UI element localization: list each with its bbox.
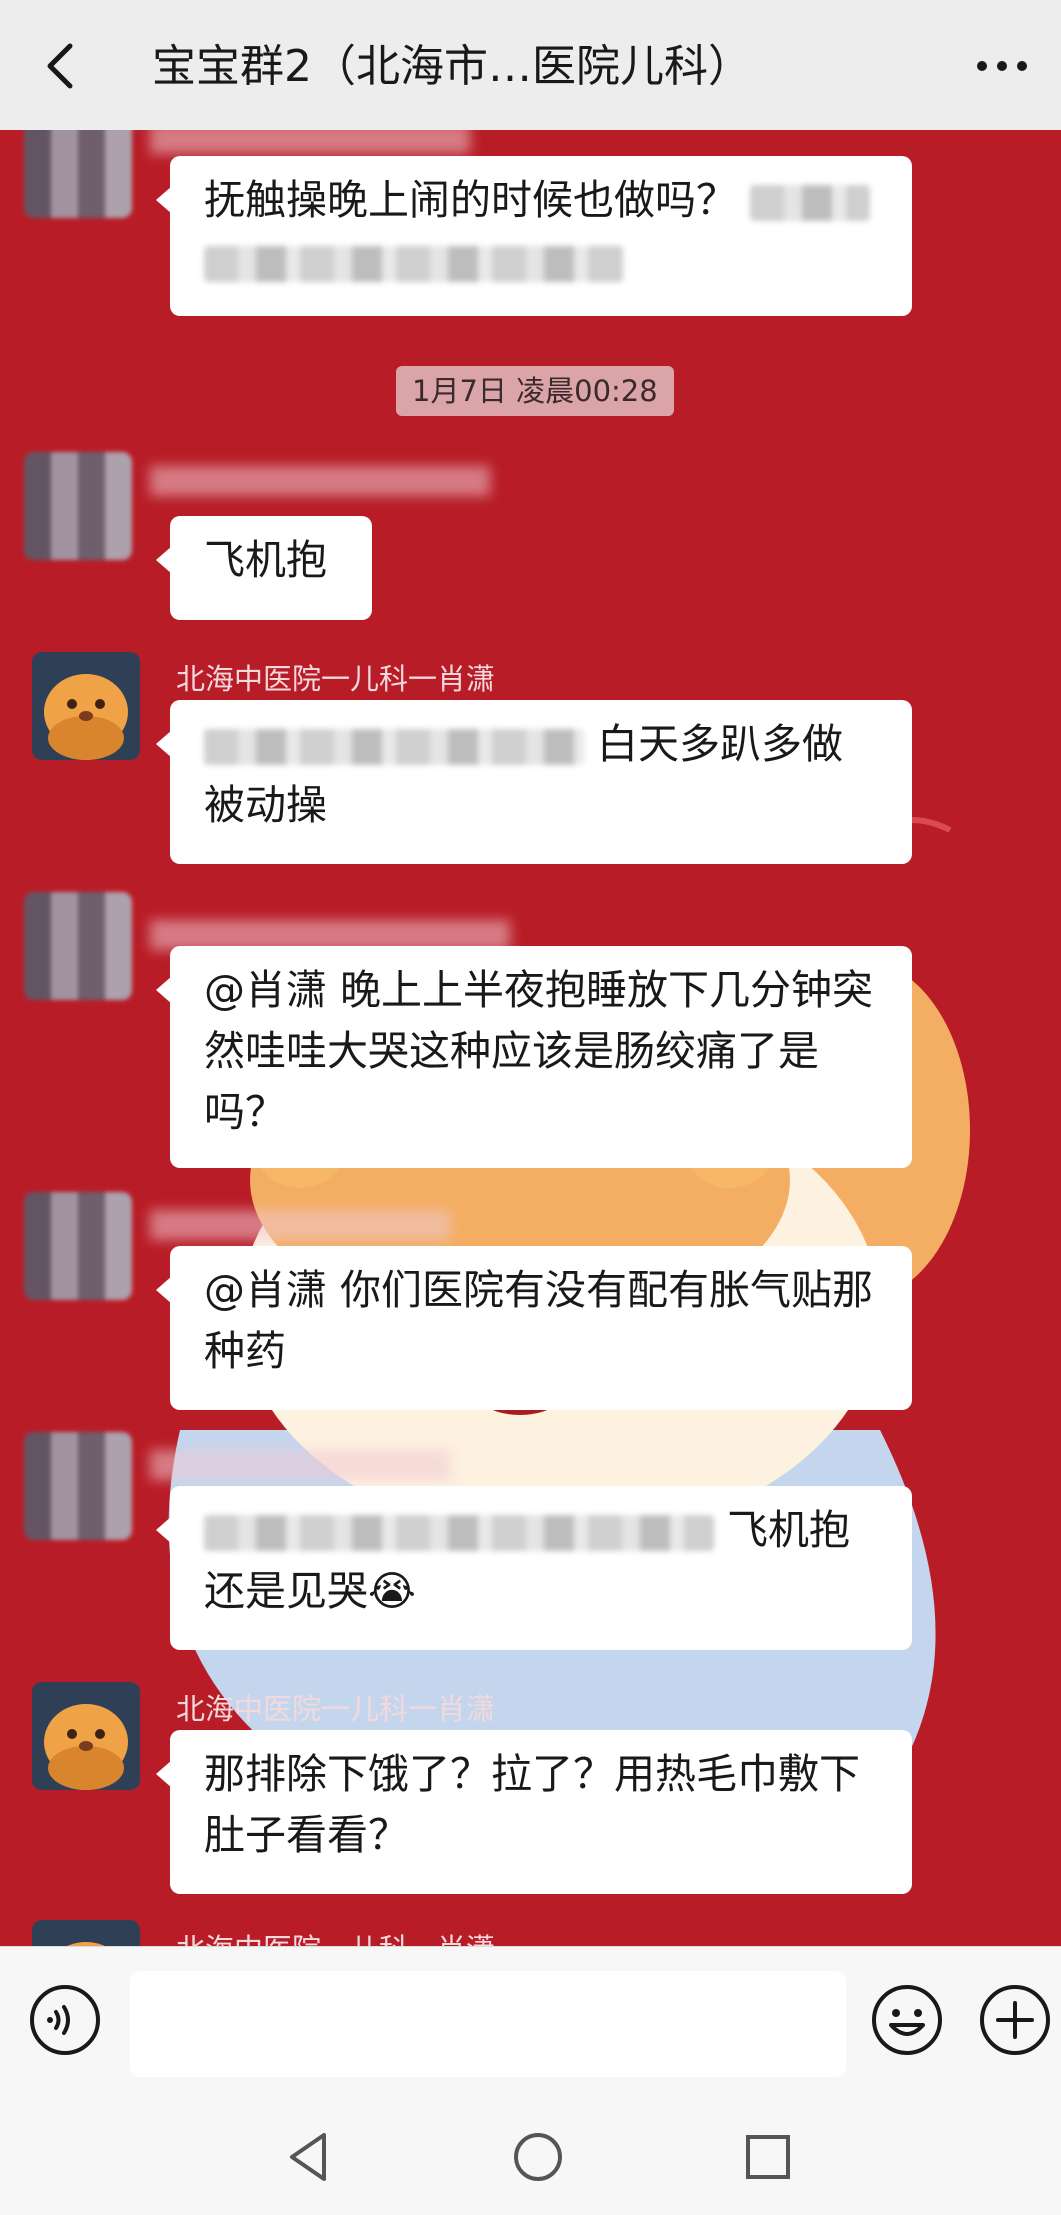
avatar-doctor[interactable] <box>32 652 140 760</box>
input-bar <box>0 1946 1061 2215</box>
cat-avatar-icon <box>32 1682 140 1790</box>
sender-name-blurred <box>150 1210 450 1240</box>
avatar-doctor[interactable] <box>32 1920 140 1946</box>
message-bubble[interactable]: 飞机抱 <box>156 516 372 620</box>
blurred-content <box>750 185 871 221</box>
nav-home-icon[interactable] <box>510 2129 566 2185</box>
nav-back-icon[interactable] <box>282 2129 338 2185</box>
message-bubble[interactable]: 飞机抱还是见哭😭 <box>156 1486 912 1650</box>
cat-avatar-icon <box>32 1920 140 1946</box>
sender-name-blurred <box>150 1450 450 1480</box>
avatar-doctor[interactable] <box>32 1682 140 1790</box>
timestamp: 1月7日 凌晨00:28 <box>396 366 674 416</box>
message-bubble[interactable]: @肖潇 你们医院有没有配有胀气贴那种药 <box>156 1246 912 1410</box>
chat-area[interactable]: 抚触操晚上闹的时候也做吗？ 1月7日 凌晨00:28 飞机抱 北海中医院一儿科一… <box>0 130 1061 1946</box>
message-bubble[interactable]: 抚触操晚上闹的时候也做吗？ <box>156 156 912 316</box>
avatar[interactable] <box>24 452 132 560</box>
blurred-content <box>204 246 624 282</box>
message-bubble[interactable]: 那排除下饿了？拉了？用热毛巾敷下肚子看看？ <box>156 1730 912 1894</box>
emoji-icon[interactable] <box>870 1983 944 2057</box>
sender-name: 北海中医院一儿科一肖潇 <box>176 1692 496 1726</box>
message-text: @肖潇 你们医院有没有配有胀气贴那种药 <box>204 1266 874 1375</box>
message-bubble[interactable]: 白天多趴多做被动操 <box>156 700 912 864</box>
message-input[interactable] <box>130 1971 846 2077</box>
sender-name: 北海中医院一儿科一肖潇 <box>176 662 496 696</box>
avatar[interactable] <box>24 1192 132 1300</box>
chevron-left-icon[interactable] <box>34 38 90 94</box>
message-text: @肖潇 晚上上半夜抱睡放下几分钟突然哇哇大哭这种应该是肠绞痛了是吗？ <box>204 966 874 1136</box>
avatar[interactable] <box>24 1432 132 1540</box>
nav-recent-icon[interactable] <box>740 2129 796 2185</box>
message-text: 抚触操晚上闹的时候也做吗？ <box>204 176 737 224</box>
sender-name-blurred <box>150 466 490 496</box>
cat-avatar-icon <box>32 652 140 760</box>
plus-icon[interactable] <box>978 1983 1052 2057</box>
sender-name-blurred <box>150 130 470 154</box>
chat-title: 宝宝群2（北海市…医院儿科） <box>152 41 752 92</box>
message-text: 飞机抱 <box>204 536 327 584</box>
crying-emoji: 😭 <box>368 1567 416 1615</box>
message-text: 那排除下饿了？拉了？用热毛巾敷下肚子看看？ <box>204 1750 860 1859</box>
message-bubble[interactable]: @肖潇 晚上上半夜抱睡放下几分钟突然哇哇大哭这种应该是肠绞痛了是吗？ <box>156 946 912 1168</box>
more-dots-icon[interactable] <box>972 46 1032 86</box>
sender-name: 北海中医院一儿科一肖潇 <box>176 1926 495 1946</box>
avatar[interactable] <box>24 130 132 218</box>
blurred-content <box>204 1515 714 1551</box>
blurred-content <box>204 729 584 765</box>
header-bar: 宝宝群2（北海市…医院儿科） <box>0 0 1061 130</box>
voice-icon[interactable] <box>28 1983 102 2057</box>
avatar[interactable] <box>24 892 132 1000</box>
